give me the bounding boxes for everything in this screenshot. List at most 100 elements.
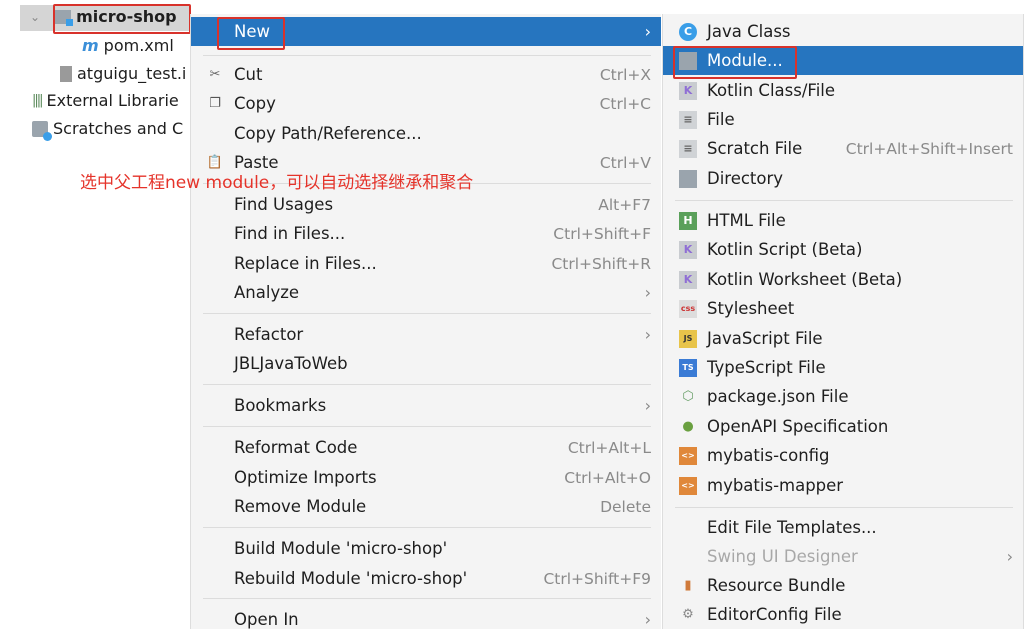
menu-item-label: TypeScript File (707, 358, 826, 377)
menu-separator (675, 507, 1013, 508)
menu-item-kotlin-class-file[interactable]: K Kotlin Class/File (663, 76, 1023, 105)
menu-item-analyze[interactable]: Analyze › (191, 278, 661, 307)
menu-item-mybatis-mapper[interactable]: <> mybatis-mapper (663, 471, 1023, 500)
menu-item-label: HTML File (707, 211, 786, 230)
menu-item-open-in[interactable]: Open In › (191, 605, 661, 634)
tree-item-scratches[interactable]: Scratches and C (32, 119, 184, 141)
shortcut-label: Alt+F7 (598, 195, 651, 214)
shortcut-label: Ctrl+Shift+F9 (543, 569, 651, 588)
menu-item-bookmarks[interactable]: Bookmarks › (191, 391, 661, 420)
menu-item-find-usages[interactable]: Find Usages Alt+F7 (191, 190, 661, 219)
menu-item-label: Open In (234, 610, 299, 629)
tree-item-label: pom.xml (103, 36, 174, 55)
new-submenu: C Java Class Module... K Kotlin Class/File ≡ F… (662, 14, 1024, 629)
menu-item-label: Kotlin Worksheet (Beta) (707, 270, 903, 289)
kotlin-worksheet-icon: K (679, 270, 697, 289)
shortcut-label: Ctrl+Alt+Shift+Insert (845, 139, 1013, 158)
menu-item-stylesheet[interactable]: css Stylesheet (663, 294, 1023, 323)
menu-item-label: Build Module 'micro-shop' (234, 539, 448, 558)
menu-item-label: OpenAPI Specification (707, 417, 889, 436)
chevron-right-icon: › (644, 22, 651, 41)
menu-item-label: Stylesheet (707, 299, 795, 318)
menu-item-label: Copy Path/Reference... (234, 124, 422, 143)
menu-item-package-json-file[interactable]: ⬡ package.json File (663, 382, 1023, 411)
menu-item-kotlin-script-beta[interactable]: K Kotlin Script (Beta) (663, 235, 1023, 264)
menu-item-label: Refactor (234, 325, 304, 344)
highlight-box-new (217, 17, 285, 50)
highlight-box-module (673, 46, 797, 79)
menu-item-swing-ui-designer[interactable]: Swing UI Designer › (663, 542, 1023, 571)
java-class-icon: C (679, 22, 697, 41)
xml-file-icon: <> (679, 476, 697, 495)
menu-item-replace-in-files[interactable]: Replace in Files... Ctrl+Shift+R (191, 249, 661, 278)
scissors-icon: ✂ (209, 67, 221, 82)
menu-item-jbljavatoweb[interactable]: JBLJavaToWeb (191, 349, 661, 378)
maven-icon: m (82, 36, 99, 55)
menu-item-edit-file-templates[interactable]: Edit File Templates... (663, 513, 1023, 542)
menu-item-reformat-code[interactable]: Reformat Code Ctrl+Alt+L (191, 433, 661, 462)
menu-item-file[interactable]: ≡ File (663, 105, 1023, 134)
tree-item-label: Scratches and C (53, 119, 184, 138)
gear-icon: ⚙ (682, 607, 694, 622)
menu-item-java-class[interactable]: C Java Class (663, 17, 1023, 46)
menu-item-label: Cut (234, 65, 263, 84)
menu-item-label: Optimize Imports (234, 468, 377, 487)
shortcut-label: Ctrl+Shift+R (551, 254, 651, 273)
shortcut-label: Ctrl+Shift+F (553, 224, 651, 243)
menu-item-label: package.json File (707, 387, 849, 406)
menu-separator (203, 384, 651, 385)
menu-item-directory[interactable]: Directory (663, 164, 1023, 193)
menu-item-cut[interactable]: ✂ Cut Ctrl+X (191, 60, 661, 89)
kotlin-script-icon: K (679, 240, 697, 259)
menu-item-copy-path-reference[interactable]: Copy Path/Reference... (191, 119, 661, 148)
folder-icon (679, 169, 697, 188)
menu-item-build-module-micro-shop[interactable]: Build Module 'micro-shop' (191, 534, 661, 563)
menu-item-label: Edit File Templates... (707, 518, 877, 537)
menu-item-optimize-imports[interactable]: Optimize Imports Ctrl+Alt+O (191, 463, 661, 492)
menu-item-resource-bundle[interactable]: ▮ Resource Bundle (663, 571, 1023, 600)
menu-item-refactor[interactable]: Refactor › (191, 320, 661, 349)
menu-item-typescript-file[interactable]: TS TypeScript File (663, 353, 1023, 382)
tree-item-external-libraries[interactable]: |||| External Librarie (32, 91, 179, 110)
menu-item-openapi-specification[interactable]: ● OpenAPI Specification (663, 412, 1023, 441)
menu-item-label: Java Class (707, 22, 791, 41)
menu-item-label: Swing UI Designer (707, 547, 858, 566)
menu-item-label: Rebuild Module 'micro-shop' (234, 569, 468, 588)
menu-item-label: Find Usages (234, 195, 334, 214)
menu-item-find-in-files[interactable]: Find in Files... Ctrl+Shift+F (191, 219, 661, 248)
menu-item-kotlin-worksheet-beta[interactable]: K Kotlin Worksheet (Beta) (663, 265, 1023, 294)
menu-item-remove-module[interactable]: Remove Module Delete (191, 492, 661, 521)
menu-item-javascript-file[interactable]: JS JavaScript File (663, 324, 1023, 353)
iml-file-icon (60, 65, 72, 82)
shortcut-label: Ctrl+V (599, 153, 651, 172)
chevron-right-icon: › (644, 396, 651, 415)
shortcut-label: Ctrl+Alt+O (564, 468, 651, 487)
menu-separator (203, 426, 651, 427)
file-icon: ≡ (679, 110, 697, 129)
menu-item-label: Analyze (234, 283, 300, 302)
chevron-right-icon: › (644, 610, 651, 629)
menu-item-editorconfig-file[interactable]: ⚙ EditorConfig File (663, 600, 1023, 629)
menu-item-copy[interactable]: ❐ Copy Ctrl+C (191, 89, 661, 118)
nodejs-icon: ⬡ (682, 389, 694, 404)
menu-item-label: Reformat Code (234, 438, 358, 457)
ts-file-icon: TS (679, 358, 697, 377)
tree-item-pom[interactable]: m pom.xml (82, 36, 174, 55)
shortcut-label: Ctrl+C (599, 94, 651, 113)
xml-file-icon: <> (679, 446, 697, 465)
menu-item-mybatis-config[interactable]: <> mybatis-config (663, 441, 1023, 470)
menu-item-label: mybatis-mapper (707, 476, 844, 495)
kotlin-file-icon: K (679, 81, 697, 100)
menu-item-html-file[interactable]: H HTML File (663, 206, 1023, 235)
menu-item-scratch-file[interactable]: ≡ Scratch File Ctrl+Alt+Shift+Insert (663, 134, 1023, 163)
copy-icon: ❐ (209, 96, 221, 111)
menu-item-label: File (707, 110, 735, 129)
menu-item-rebuild-module-micro-shop[interactable]: Rebuild Module 'micro-shop' Ctrl+Shift+F9 (191, 564, 661, 593)
chevron-down-icon[interactable]: ⌄ (30, 10, 40, 24)
libraries-icon: |||| (32, 93, 43, 108)
scratches-icon (32, 120, 52, 141)
menu-item-label: Directory (707, 169, 784, 188)
highlight-box (53, 4, 191, 34)
tree-item-iml[interactable]: atguigu_test.i (60, 64, 186, 83)
menu-separator (675, 200, 1013, 201)
